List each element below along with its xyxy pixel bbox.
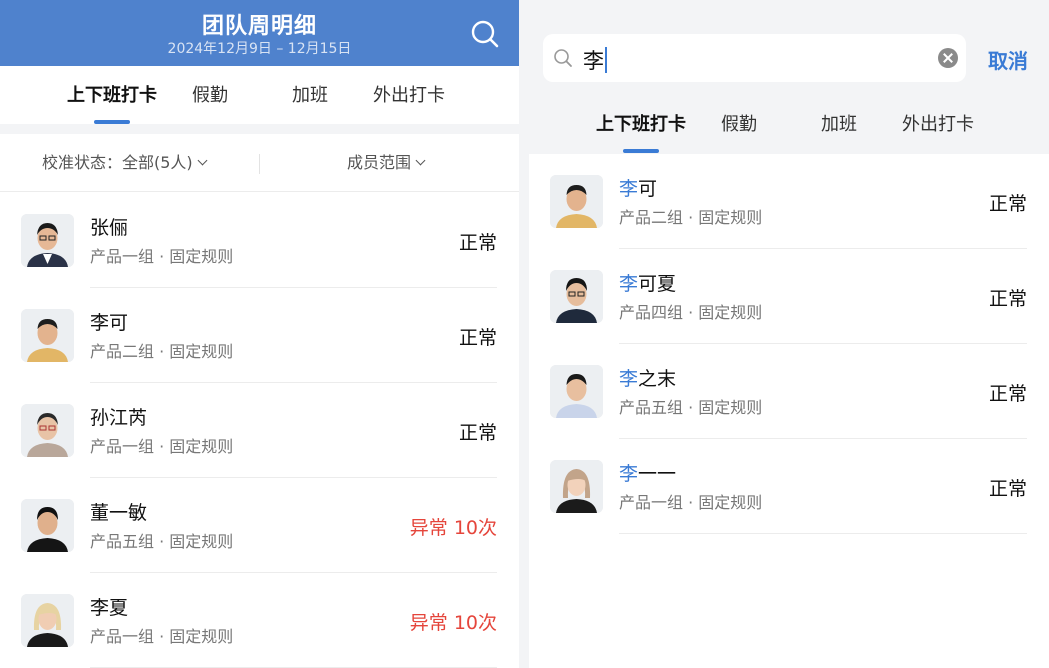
attendance-status: 正常 — [988, 383, 1027, 405]
member-name: 李之末 — [619, 364, 676, 391]
avatar — [550, 460, 603, 513]
avatar — [550, 365, 603, 418]
attendance-status: 正常 — [458, 327, 497, 349]
divider — [259, 154, 260, 174]
search-results: 李可 产品二组 · 固定规则 正常 李可夏 产品四组 · 固定规则 正常 李之末 — [529, 154, 1049, 668]
list-item[interactable]: 李之末 产品五组 · 固定规则 正常 — [529, 344, 1049, 439]
cancel-button[interactable]: 取消 — [988, 45, 1028, 74]
member-group-rule: 产品一组 · 固定规则 — [90, 247, 234, 266]
list-item[interactable]: 李可 产品二组 · 固定规则 正常 — [0, 288, 519, 383]
search-query: 李 — [583, 49, 604, 73]
search-icon — [553, 48, 573, 68]
page-title: 团队周明细 — [201, 14, 317, 39]
avatar — [550, 175, 603, 228]
tab-field-checkin[interactable]: 外出打卡 — [891, 97, 985, 153]
divider — [619, 533, 1027, 534]
attendance-status: 异常 10次 — [409, 612, 497, 634]
tab-leave[interactable]: 假勤 — [172, 68, 248, 124]
screen: 团队周明细 2024年12月9日 – 12月15日 上下班打卡 假勤 加班 外出… — [0, 0, 1049, 668]
tab-clock-in[interactable]: 上下班打卡 — [62, 68, 162, 124]
search-input[interactable]: 李 — [583, 45, 607, 75]
list-item[interactable]: 孙江芮 产品一组 · 固定规则 正常 — [0, 383, 519, 478]
match-highlight: 李 — [619, 178, 639, 200]
attendance-status: 正常 — [458, 422, 497, 444]
match-highlight: 李 — [619, 368, 639, 390]
match-highlight: 李 — [619, 463, 639, 485]
calibration-status-label: 校准状态：全部(5人) — [42, 153, 193, 172]
header-bar: 团队周明细 2024年12月9日 – 12月15日 — [0, 0, 519, 66]
match-highlight: 李 — [619, 273, 639, 295]
avatar — [21, 499, 74, 552]
member-name: 李可夏 — [619, 269, 676, 296]
tab-leave[interactable]: 假勤 — [701, 97, 777, 153]
avatar — [21, 214, 74, 267]
member-group-rule: 产品一组 · 固定规则 — [619, 493, 763, 512]
avatar — [21, 309, 74, 362]
member-group-rule: 产品五组 · 固定规则 — [619, 398, 763, 417]
member-group-rule: 产品二组 · 固定规则 — [619, 208, 763, 227]
attendance-status: 正常 — [988, 193, 1027, 215]
member-name: 李一一 — [619, 459, 676, 486]
name-rest: 一一 — [638, 463, 677, 485]
tab-clock-in[interactable]: 上下班打卡 — [591, 97, 691, 153]
attendance-status: 正常 — [988, 478, 1027, 500]
member-name: 张俪 — [90, 217, 129, 239]
tab-overtime[interactable]: 加班 — [272, 68, 348, 124]
avatar — [550, 270, 603, 323]
list-item[interactable]: 李可夏 产品四组 · 固定规则 正常 — [529, 249, 1049, 344]
tab-field-checkin[interactable]: 外出打卡 — [362, 68, 456, 124]
member-range-filter[interactable]: 成员范围 — [347, 134, 426, 192]
member-group-rule: 产品二组 · 固定规则 — [90, 342, 234, 361]
list-item[interactable]: 李夏 产品一组 · 固定规则 异常 10次 — [0, 573, 519, 668]
avatar — [21, 594, 74, 647]
text-cursor — [605, 47, 607, 73]
member-name: 李可 — [619, 174, 657, 201]
tab-bar: 上下班打卡 假勤 加班 外出打卡 — [529, 97, 1048, 153]
member-name: 董一敏 — [90, 502, 148, 524]
chevron-down-icon — [197, 155, 208, 166]
section-gap — [0, 124, 519, 134]
member-group-rule: 产品四组 · 固定规则 — [619, 303, 763, 322]
date-range: 2024年12月9日 – 12月15日 — [167, 41, 352, 57]
tab-bar: 上下班打卡 假勤 加班 外出打卡 — [0, 68, 519, 124]
attendance-status: 正常 — [988, 288, 1027, 310]
search-box[interactable]: 李 — [543, 34, 966, 82]
list-item[interactable]: 张俪 产品一组 · 固定规则 正常 — [0, 193, 519, 288]
name-rest: 之末 — [638, 368, 677, 390]
member-group-rule: 产品一组 · 固定规则 — [90, 437, 234, 456]
member-name: 李夏 — [90, 597, 129, 619]
member-name: 孙江芮 — [90, 407, 148, 429]
team-weekly-detail-panel: 团队周明细 2024年12月9日 – 12月15日 上下班打卡 假勤 加班 外出… — [0, 0, 519, 668]
search-panel: 李 取消 上下班打卡 假勤 加班 外出打卡 李可 产品二组 · 固定规则 正常 — [529, 0, 1049, 668]
member-name: 李可 — [90, 312, 129, 334]
chevron-down-icon — [415, 155, 426, 166]
avatar — [21, 404, 74, 457]
list-item[interactable]: 李可 产品二组 · 固定规则 正常 — [529, 154, 1049, 249]
filter-bar: 校准状态：全部(5人) 成员范围 — [0, 134, 519, 192]
member-group-rule: 产品五组 · 固定规则 — [90, 532, 234, 551]
attendance-status: 异常 10次 — [409, 517, 497, 539]
tab-overtime[interactable]: 加班 — [801, 97, 877, 153]
list-item[interactable]: 李一一 产品一组 · 固定规则 正常 — [529, 439, 1049, 534]
member-group-rule: 产品一组 · 固定规则 — [90, 627, 234, 646]
calibration-status-filter[interactable]: 校准状态：全部(5人) — [42, 134, 208, 192]
name-rest: 可夏 — [638, 273, 677, 295]
clear-icon[interactable] — [938, 48, 958, 68]
name-rest: 可 — [638, 178, 658, 200]
list-item[interactable]: 董一敏 产品五组 · 固定规则 异常 10次 — [0, 478, 519, 573]
member-range-label: 成员范围 — [347, 153, 412, 172]
active-tab-indicator — [623, 149, 659, 153]
attendance-status: 正常 — [458, 232, 497, 254]
search-icon[interactable] — [470, 19, 500, 49]
